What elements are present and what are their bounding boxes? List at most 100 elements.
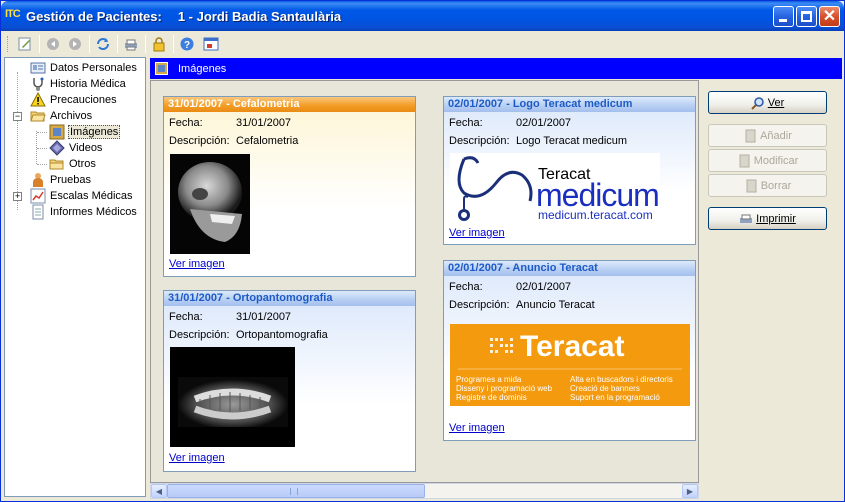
image-card[interactable]: 02/01/2007 - Anuncio Teracat Fecha: 02/01…: [443, 260, 696, 441]
lock-icon: [153, 37, 165, 52]
description-field: Descripción: Logo Teracat medicum: [449, 135, 627, 147]
cephalometry-thumbnail[interactable]: [170, 154, 250, 254]
view-button[interactable]: Ver: [708, 91, 827, 114]
video-icon: [49, 140, 65, 156]
tree-item-datos-personales[interactable]: Datos Personales: [30, 60, 138, 76]
tree-item-imagenes[interactable]: Imágenes: [49, 124, 121, 140]
minimize-button[interactable]: [773, 6, 794, 27]
description-field: Descripción: Anuncio Teracat: [449, 299, 595, 311]
view-image-link[interactable]: Ver imagen: [449, 422, 505, 434]
date-field: Fecha: 02/01/2007: [449, 281, 571, 293]
view-image-link[interactable]: Ver imagen: [169, 258, 225, 270]
image-icon: [155, 62, 168, 75]
close-button[interactable]: ✕: [819, 6, 840, 27]
toolbar-refresh-button[interactable]: [93, 34, 113, 54]
scroll-thumb[interactable]: [167, 484, 425, 498]
ad-services-right: Alta en buscadors i directoris Creació d…: [570, 375, 673, 402]
tree-item-precauciones[interactable]: Precauciones: [30, 92, 118, 108]
tree-connector: [37, 132, 47, 133]
tree-connector: [37, 164, 47, 165]
view-image-link[interactable]: Ver imagen: [449, 227, 505, 239]
toolbar-grip[interactable]: [7, 36, 10, 52]
navigation-tree: Datos Personales Historia Médica Precauc…: [4, 57, 146, 497]
stethoscope-icon: [33, 77, 44, 91]
card-body: Fecha: 02/01/2007 Descripción: Anuncio Ter…: [444, 276, 695, 440]
ad-services-left: Programes a mida Disseny i programació w…: [456, 375, 552, 402]
close-icon: ✕: [822, 8, 837, 25]
ad-line: Programes a mida: [456, 375, 522, 384]
ad-line: Suport en la programació: [570, 393, 660, 402]
tree-item-videos[interactable]: Videos: [49, 140, 103, 156]
toolbar-forward-button[interactable]: [65, 34, 85, 54]
title-prefix: Gestión de Pacientes:: [26, 9, 162, 24]
description-value: Anuncio Teracat: [516, 299, 595, 311]
image-card[interactable]: 31/01/2007 - Ortopantomografia Fecha: 31/…: [163, 290, 416, 472]
date-label: Fecha:: [169, 117, 203, 129]
toolbar-print-button[interactable]: [121, 34, 141, 54]
modify-button[interactable]: Modificar: [708, 149, 827, 172]
grip-icon: [290, 488, 298, 495]
print-button[interactable]: Imprimir: [708, 207, 827, 230]
tree-item-pruebas[interactable]: Pruebas: [30, 172, 92, 188]
description-value: Logo Teracat medicum: [516, 135, 628, 147]
ad-brand: Teracat: [520, 330, 625, 363]
arrow-left-icon: ◀: [155, 486, 163, 496]
expand-escalas-toggle[interactable]: +: [13, 192, 22, 201]
card-header: 31/01/2007 - Cefalometria: [164, 97, 415, 112]
toolbar-exit-button[interactable]: [201, 34, 221, 54]
tree-connector: [37, 148, 47, 149]
toolbar-separator: [173, 35, 174, 53]
orthopantomography-thumbnail[interactable]: [170, 347, 295, 447]
print-button-label: Imprimir: [756, 212, 796, 225]
date-field: Fecha: 02/01/2007: [449, 117, 571, 129]
description-label: Descripción:: [449, 299, 510, 311]
ad-line: Registre de dominis: [456, 393, 527, 402]
tree-item-informes-medicos[interactable]: Informes Médicos: [30, 204, 138, 220]
add-button[interactable]: Añadir: [708, 124, 827, 147]
date-value: 02/01/2007: [516, 281, 572, 293]
image-card[interactable]: 31/01/2007 - Cefalometria Fecha: 31/01/20…: [163, 96, 416, 277]
ad-thumbnail[interactable]: Teracat Programes a mida Disseny i progr…: [450, 324, 690, 406]
tree-item-label: Pruebas: [50, 174, 91, 186]
scroll-left-button[interactable]: ◀: [151, 484, 167, 498]
image-card[interactable]: 02/01/2007 - Logo Teracat medicum Fecha:…: [443, 96, 696, 245]
warning-icon: [30, 92, 46, 107]
toolbar-lock-button[interactable]: [149, 34, 169, 54]
logo-url: medicum.teracat.com: [538, 208, 653, 222]
card-header: 31/01/2007 - Ortopantomografia: [164, 291, 415, 306]
tree-item-escalas-medicas[interactable]: Escalas Médicas: [30, 188, 134, 204]
toolbar-separator: [117, 35, 118, 53]
tree-item-label: Informes Médicos: [50, 206, 137, 218]
collapse-archivos-toggle[interactable]: −: [13, 112, 22, 121]
date-label: Fecha:: [449, 117, 483, 129]
date-field: Fecha: 31/01/2007: [169, 117, 291, 129]
image-icon: [49, 124, 65, 140]
horizontal-scrollbar[interactable]: ◀ ▶: [150, 483, 699, 499]
toolbar-edit-button[interactable]: [15, 34, 35, 54]
chart-icon: [30, 188, 46, 204]
tree-item-label: Otros: [69, 158, 96, 170]
folder-open-icon: [30, 111, 46, 122]
scroll-right-button[interactable]: ▶: [682, 484, 698, 498]
toolbar-separator: [145, 35, 146, 53]
toolbar-help-button[interactable]: ?: [177, 34, 197, 54]
delete-button[interactable]: Borrar: [708, 174, 827, 197]
logo-thumbnail[interactable]: Teracat medicum medicum.teracat.com: [450, 153, 660, 223]
tree-item-historia-medica[interactable]: Historia Médica: [30, 76, 127, 92]
skull-xray-image: [170, 154, 250, 254]
tree-item-label: Historia Médica: [50, 78, 126, 90]
tree-item-archivos[interactable]: Archivos: [30, 108, 93, 124]
card-header: 02/01/2007 - Logo Teracat medicum: [444, 97, 695, 112]
tree-item-otros[interactable]: Otros: [49, 156, 97, 172]
tree-item-label: Videos: [69, 142, 103, 154]
toolbar-separator: [39, 35, 40, 53]
title-bar[interactable]: ITC Gestión de Pacientes: 1 - Jordi Badia…: [1, 1, 844, 31]
ad-line: Disseny i programació web: [456, 384, 553, 393]
add-document-icon: [745, 129, 756, 142]
maximize-button[interactable]: [796, 6, 817, 27]
view-image-link[interactable]: Ver imagen: [169, 452, 225, 464]
toolbar-back-button[interactable]: [43, 34, 63, 54]
card-body: Fecha: 31/01/2007 Descripción: Ortopantomo…: [164, 306, 415, 471]
tree-connector: [17, 72, 18, 210]
main-window: ITC Gestión de Pacientes: 1 - Jordi Badia…: [0, 0, 845, 502]
